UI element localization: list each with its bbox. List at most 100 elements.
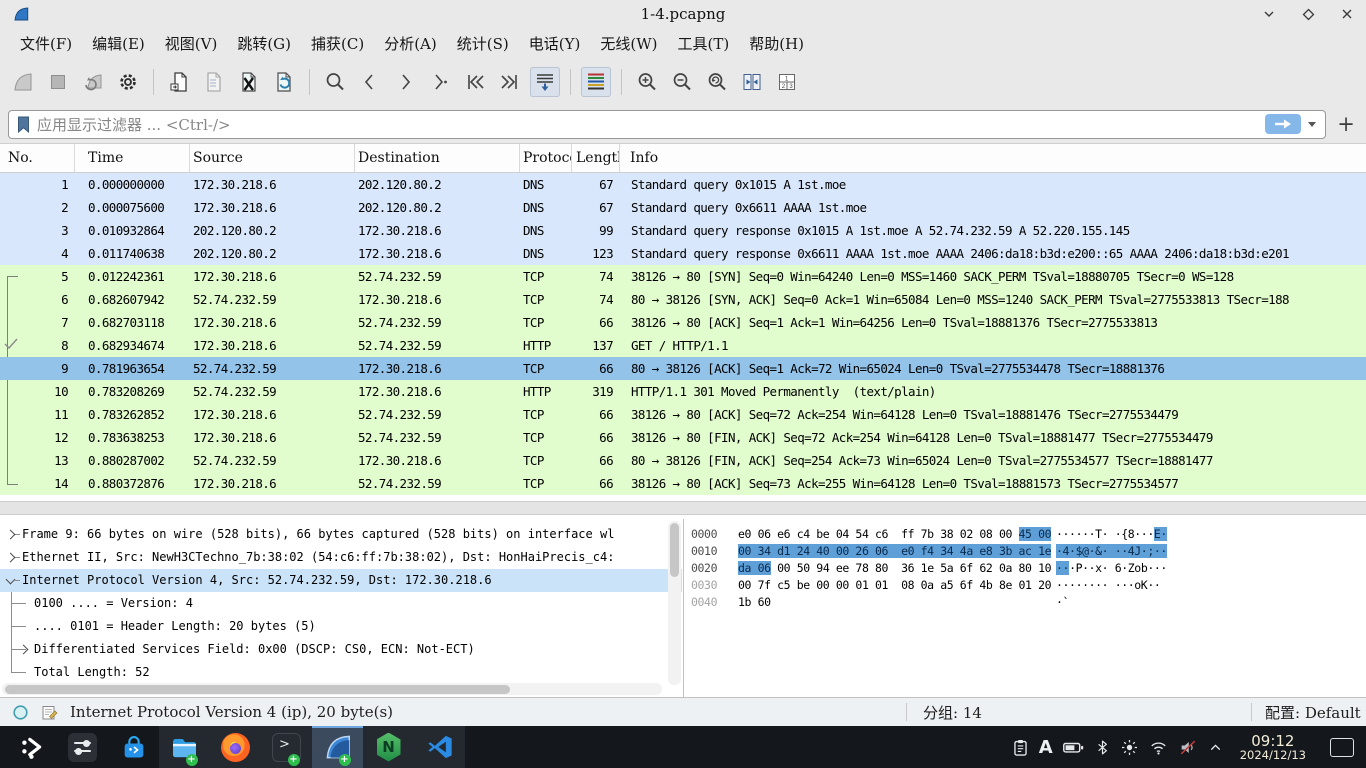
packet-row[interactable]: 110.783262852172.30.218.652.74.232.59TCP… — [0, 403, 1366, 426]
show-desktop-button[interactable] — [1330, 738, 1354, 757]
capture-comment-icon[interactable] — [41, 704, 58, 721]
go-to-packet-icon[interactable] — [425, 67, 455, 97]
status-profile[interactable]: 配置: Default — [1252, 702, 1366, 723]
menu-item[interactable]: 统计(S) — [447, 30, 519, 57]
packet-row[interactable]: 30.010932864202.120.80.2172.30.218.6DNS9… — [0, 219, 1366, 242]
reload-file-icon[interactable] — [269, 67, 299, 97]
packet-row[interactable]: 100.78320826952.74.232.59172.30.218.6HTT… — [0, 380, 1366, 403]
detail-line[interactable]: Frame 9: 66 bytes on wire (528 bits), 66… — [0, 523, 682, 546]
column-header[interactable]: Destination — [355, 144, 520, 172]
find-packet-icon[interactable] — [320, 67, 350, 97]
go-forward-icon[interactable] — [390, 67, 420, 97]
menu-item[interactable]: 分析(A) — [374, 30, 447, 57]
menu-item[interactable]: 视图(V) — [155, 30, 228, 57]
tray-wifi-icon[interactable] — [1148, 738, 1169, 757]
details-horizontal-scrollbar[interactable] — [2, 683, 662, 695]
hex-row[interactable]: 003000 7f c5 be 00 00 01 01 08 0a a5 6f … — [691, 577, 1366, 594]
column-header[interactable]: Lengtl — [572, 144, 620, 172]
menu-item[interactable]: 无线(W) — [590, 30, 667, 57]
add-filter-button-icon[interactable]: + — [1334, 112, 1358, 136]
tray-expand-chevron-icon[interactable] — [1207, 739, 1224, 756]
resize-columns-icon[interactable] — [737, 67, 767, 97]
column-header[interactable]: Protocol — [520, 144, 572, 172]
column-header[interactable]: No. — [0, 144, 75, 172]
packet-row[interactable]: 90.78196365452.74.232.59172.30.218.6TCP6… — [0, 357, 1366, 380]
zoom-out-icon[interactable] — [667, 67, 697, 97]
menu-item[interactable]: 跳转(G) — [227, 30, 301, 57]
hex-row[interactable]: 001000 34 d1 24 40 00 26 06 e0 f4 34 4a … — [691, 543, 1366, 560]
apply-filter-button[interactable] — [1265, 114, 1301, 134]
packet-row[interactable]: 10.000000000172.30.218.6202.120.80.2DNS6… — [0, 173, 1366, 196]
close-icon[interactable] — [1336, 3, 1358, 25]
packet-row[interactable]: 40.011740638202.120.80.2172.30.218.6DNS1… — [0, 242, 1366, 265]
display-filter-input[interactable]: 应用显示过滤器 ... <Ctrl-/> — [8, 110, 1326, 139]
filter-bookmark-icon[interactable] — [17, 116, 30, 133]
menu-item[interactable]: 帮助(H) — [739, 30, 814, 57]
packet-row[interactable]: 20.000075600172.30.218.6202.120.80.2DNS6… — [0, 196, 1366, 219]
taskbar-wireshark-icon[interactable]: + — [312, 726, 363, 768]
tray-bluetooth-icon[interactable] — [1094, 738, 1111, 757]
packet-row[interactable]: 120.783638253172.30.218.652.74.232.59TCP… — [0, 426, 1366, 449]
layout-columns-icon[interactable]: 123 — [772, 67, 802, 97]
packet-row[interactable]: 60.68260794252.74.232.59172.30.218.6TCP7… — [0, 288, 1366, 311]
pane-splitter[interactable] — [0, 495, 1366, 519]
menu-item[interactable]: 捕获(C) — [301, 30, 374, 57]
column-header[interactable]: Time — [75, 144, 190, 172]
minimize-icon[interactable] — [1258, 3, 1280, 25]
start-capture-icon[interactable] — [8, 67, 38, 97]
taskbar-neovim-icon[interactable]: N — [363, 726, 414, 768]
tray-battery-icon[interactable] — [1062, 738, 1085, 757]
detail-line[interactable]: .... 0101 = Header Length: 20 bytes (5) — [0, 615, 684, 638]
go-last-packet-icon[interactable] — [495, 67, 525, 97]
save-file-icon[interactable] — [199, 67, 229, 97]
expert-info-icon[interactable] — [12, 704, 29, 721]
go-first-packet-icon[interactable] — [460, 67, 490, 97]
detail-line[interactable]: Differentiated Services Field: 0x00 (DSC… — [0, 638, 684, 661]
hex-row[interactable]: 0020da 06 00 50 94 ee 78 80 36 1e 5a 6f … — [691, 560, 1366, 577]
menu-item[interactable]: 工具(T) — [667, 30, 739, 57]
maximize-icon[interactable] — [1297, 3, 1319, 25]
hex-row[interactable]: 00401b 60·` — [691, 594, 1366, 611]
filter-history-caret-icon[interactable] — [1308, 122, 1316, 127]
packet-row[interactable]: 140.880372876172.30.218.652.74.232.59TCP… — [0, 472, 1366, 495]
restart-capture-icon[interactable] — [78, 67, 108, 97]
stop-capture-icon[interactable] — [43, 67, 73, 97]
zoom-reset-icon[interactable] — [702, 67, 732, 97]
menu-item[interactable]: 电话(Y) — [519, 30, 591, 57]
go-back-icon[interactable] — [355, 67, 385, 97]
taskbar-terminal-icon[interactable]: > + — [261, 726, 312, 768]
taskbar-vscode-icon[interactable] — [414, 726, 465, 768]
tray-volume-muted-icon[interactable] — [1178, 738, 1198, 757]
packet-row[interactable]: 50.012242361172.30.218.652.74.232.59TCP7… — [0, 265, 1366, 288]
open-file-icon[interactable] — [164, 67, 194, 97]
taskbar-firefox-icon[interactable] — [210, 726, 261, 768]
column-header[interactable]: Source — [190, 144, 355, 172]
packet-row[interactable]: 80.682934674172.30.218.652.74.232.59HTTP… — [0, 334, 1366, 357]
taskbar-clock[interactable]: 09:12 2024/12/13 — [1240, 733, 1306, 762]
details-vertical-scrollbar[interactable] — [668, 521, 681, 685]
detail-line[interactable]: Internet Protocol Version 4, Src: 52.74.… — [0, 569, 682, 592]
tray-clipboard-icon[interactable] — [1011, 738, 1030, 757]
colorize-packets-icon[interactable] — [581, 67, 611, 97]
expand-arrow-icon[interactable] — [6, 552, 16, 562]
column-header[interactable]: Info — [620, 144, 1366, 172]
capture-options-icon[interactable] — [113, 67, 143, 97]
taskbar-launcher-icon[interactable] — [6, 726, 57, 768]
taskbar-settings-icon[interactable] — [57, 726, 108, 768]
close-file-icon[interactable] — [234, 67, 264, 97]
collapse-arrow-icon[interactable] — [6, 574, 16, 584]
packet-row[interactable]: 70.682703118172.30.218.652.74.232.59TCP6… — [0, 311, 1366, 334]
tray-input-method-icon[interactable]: A — [1039, 737, 1053, 758]
tray-brightness-icon[interactable] — [1120, 738, 1139, 757]
menu-item[interactable]: 文件(F) — [10, 30, 82, 57]
detail-line[interactable]: Total Length: 52 — [0, 661, 684, 684]
packet-row[interactable]: 130.88028700252.74.232.59172.30.218.6TCP… — [0, 449, 1366, 472]
taskbar-file-manager-icon[interactable]: + — [159, 726, 210, 768]
auto-scroll-icon[interactable] — [530, 67, 560, 97]
expand-arrow-icon[interactable] — [19, 644, 29, 654]
expand-arrow-icon[interactable] — [6, 529, 16, 539]
menu-item[interactable]: 编辑(E) — [82, 30, 155, 57]
detail-line[interactable]: 0100 .... = Version: 4 — [0, 592, 684, 615]
detail-line[interactable]: Ethernet II, Src: NewH3CTechno_7b:38:02 … — [0, 546, 682, 569]
zoom-in-icon[interactable] — [632, 67, 662, 97]
